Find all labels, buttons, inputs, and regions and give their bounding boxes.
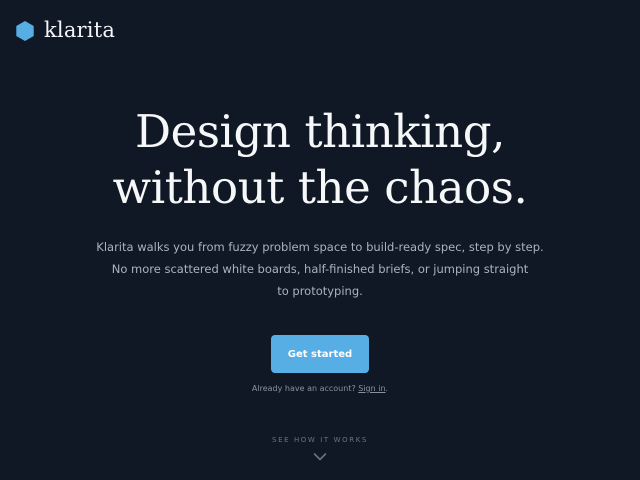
sign-in-link[interactable]: Sign in bbox=[358, 384, 385, 393]
signin-prompt: Already have an account? Sign in. bbox=[0, 384, 640, 393]
hero-subtext: Klarita walks you from fuzzy problem spa… bbox=[0, 236, 640, 302]
subtext-line-1: Klarita walks you from fuzzy problem spa… bbox=[96, 240, 544, 254]
chevron-down-icon[interactable] bbox=[313, 452, 327, 462]
headline-line-1: Design thinking, bbox=[134, 105, 506, 158]
subtext-line-2: No more scattered white boards, half-fin… bbox=[111, 262, 529, 276]
hero-headline: Design thinking, without the chaos. bbox=[0, 104, 640, 216]
signin-prefix: Already have an account? bbox=[251, 384, 359, 393]
brand-name: klarita bbox=[44, 18, 116, 42]
get-started-button[interactable]: Get started bbox=[271, 335, 369, 373]
logo[interactable]: klarita bbox=[16, 20, 115, 41]
subtext-line-3: to prototyping. bbox=[277, 284, 363, 298]
headline-line-2: without the chaos. bbox=[112, 161, 528, 214]
signin-suffix: . bbox=[385, 384, 389, 393]
see-how-it-works-link[interactable]: SEE HOW IT WORKS bbox=[0, 436, 640, 444]
hexagon-icon bbox=[16, 20, 34, 41]
